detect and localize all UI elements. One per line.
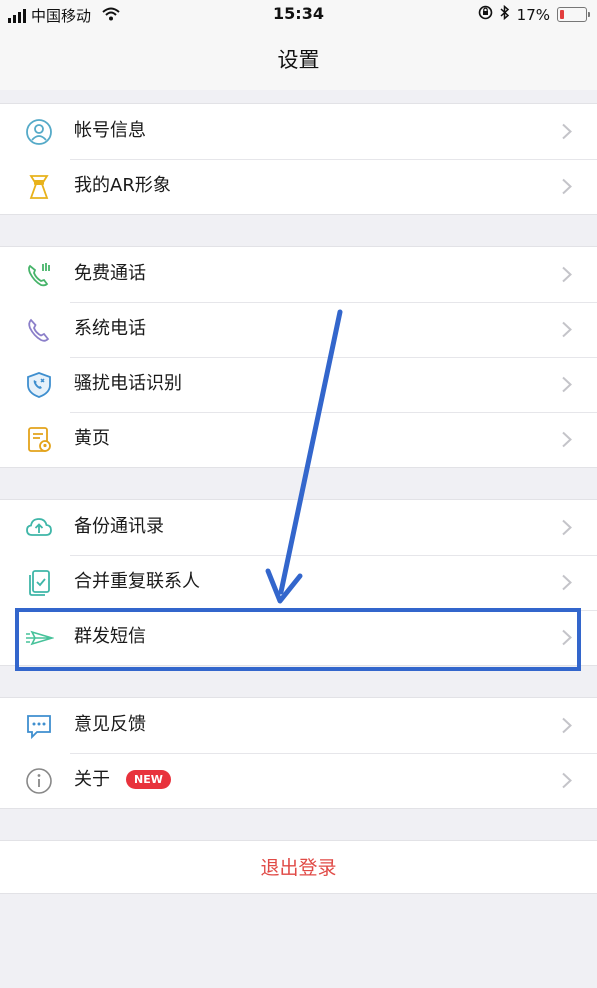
settings-item-backup-contacts[interactable]: 备份通讯录 [0,500,597,555]
settings-item-label: 免费通话 [74,263,146,284]
settings-item-label: 帐号信息 [74,120,146,141]
settings-item-spam-call-id[interactable]: 骚扰电话识别 [0,357,597,412]
settings-item-label: 合并重复联系人 [74,571,200,592]
settings-item-label: 黄页 [74,428,110,449]
settings-item-label: 意见反馈 [74,714,146,735]
settings-group-calls: 免费通话 系统电话 骚扰电话识别 黄页 [0,246,597,468]
settings-item-label: 关于 [74,769,110,790]
free-call-icon [24,260,54,290]
battery-icon [557,7,590,22]
nav-bar: 设置 [0,30,597,90]
status-bar: 中国移动 15:34 17% [0,0,597,30]
settings-item-yellow-pages[interactable]: 黄页 [0,412,597,467]
yellow-pages-icon [24,425,54,455]
settings-group-about: 意见反馈 关于 NEW [0,697,597,809]
settings-item-system-phone[interactable]: 系统电话 [0,302,597,357]
settings-item-label: 骚扰电话识别 [74,373,182,394]
cloud-upload-icon [24,513,54,543]
info-icon [24,766,54,796]
highlight-box [15,608,581,671]
settings-group-account: 帐号信息 我的AR形象 [0,103,597,215]
chevron-right-icon [561,123,573,140]
new-badge: NEW [126,770,171,789]
account-icon [24,117,54,147]
orientation-lock-icon [478,5,493,24]
ar-avatar-icon [24,172,54,202]
status-right: 17% [478,4,590,24]
feedback-icon [24,711,54,741]
settings-item-label: 我的AR形象 [74,175,171,196]
settings-item-about[interactable]: 关于 NEW [0,753,597,808]
chevron-right-icon [561,321,573,338]
chevron-right-icon [561,431,573,448]
shield-call-icon [24,370,54,400]
merge-contacts-icon [24,568,54,598]
chevron-right-icon [561,178,573,195]
chevron-right-icon [561,717,573,734]
settings-item-account-info[interactable]: 帐号信息 [0,104,597,159]
phone-icon [24,315,54,345]
chevron-right-icon [561,266,573,283]
logout-button[interactable]: 退出登录 [0,840,597,894]
battery-percent: 17% [516,5,550,24]
chevron-right-icon [561,519,573,536]
chevron-right-icon [561,376,573,393]
page-title: 设置 [277,48,320,72]
chevron-right-icon [561,574,573,591]
logout-label: 退出登录 [260,857,337,879]
settings-item-merge-contacts[interactable]: 合并重复联系人 [0,555,597,610]
settings-item-label: 系统电话 [74,318,146,339]
settings-item-ar-avatar[interactable]: 我的AR形象 [0,159,597,214]
chevron-right-icon [561,772,573,789]
settings-item-free-call[interactable]: 免费通话 [0,247,597,302]
bluetooth-icon [500,4,510,24]
settings-item-label: 备份通讯录 [74,516,164,537]
settings-item-feedback[interactable]: 意见反馈 [0,698,597,753]
